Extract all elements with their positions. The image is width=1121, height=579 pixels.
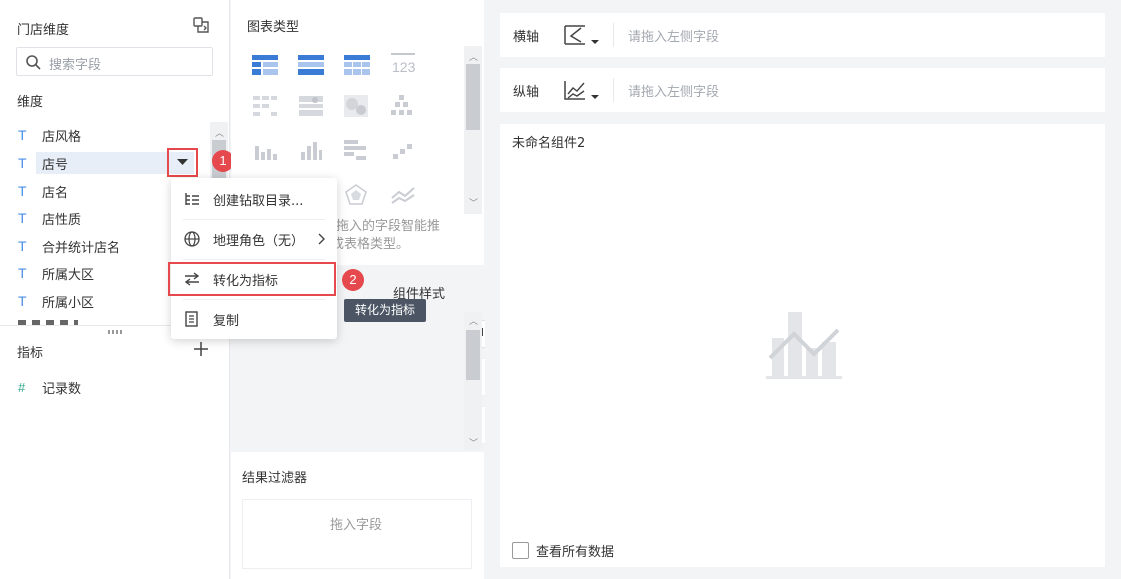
chart-hint-line2: 成表格类型。 [331, 237, 410, 252]
scrollbar-thumb[interactable] [466, 330, 480, 380]
divider [613, 23, 614, 47]
menu-item-geo-role[interactable]: 地理角色（无） [171, 220, 337, 258]
add-measure-icon[interactable] [193, 341, 209, 357]
heat-map-icon[interactable] [344, 95, 368, 121]
map-icon[interactable] [253, 96, 277, 120]
chart-hint-line1: 据拖入的字段智能推 [323, 219, 441, 234]
drill-tree-icon [171, 192, 213, 206]
measure-section-title: 指标 [17, 346, 44, 361]
style-scrollbar[interactable]: ︿ ﹀ [464, 312, 482, 450]
bar-chart-icon[interactable] [253, 140, 277, 164]
measure-item[interactable]: # 记录数 [18, 378, 81, 397]
view-all-data-label: 查看所有数据 [536, 545, 615, 560]
filter-drop-placeholder: 拖入字段 [330, 518, 383, 533]
result-filter-title: 结果过滤器 [242, 471, 308, 486]
dimension-item[interactable]: T 店名 [18, 180, 193, 202]
scroll-down-icon[interactable]: ﹀ [469, 436, 478, 449]
step-badge-2: 2 [342, 269, 364, 291]
dimension-item[interactable]: T 所属大区 [18, 262, 193, 284]
component-title: 未命名组件2 [512, 136, 586, 151]
cross-table-icon[interactable] [344, 55, 370, 79]
switch-dataset-icon[interactable] [192, 16, 212, 40]
scrollbar-thumb[interactable] [466, 64, 480, 130]
divider [613, 78, 614, 102]
field-context-menu: 创建钻取目录... 地理角色（无） 转化为指标 复制 [171, 178, 337, 339]
empty-chart-placeholder-icon [766, 310, 842, 384]
x-axis-sort-icon[interactable] [563, 24, 601, 52]
x-axis-label: 横轴 [513, 30, 540, 45]
view-all-data-checkbox[interactable]: 查看所有数据 [512, 541, 614, 560]
text-type-icon: T [18, 155, 27, 171]
column-chart-icon[interactable] [299, 140, 323, 164]
checkbox-box[interactable] [512, 542, 529, 559]
text-type-icon: T [18, 265, 27, 281]
menu-item-copy[interactable]: 复制 [171, 300, 337, 338]
menu-item-create-drill[interactable]: 创建钻取目录... [171, 180, 337, 218]
scroll-up-icon[interactable]: ︿ [215, 126, 224, 139]
chart-type-scrollbar[interactable]: ︿ ﹀ [464, 46, 482, 214]
scroll-down-icon[interactable]: ﹀ [469, 196, 478, 209]
text-type-icon: T [18, 238, 27, 254]
y-axis-drop-zone[interactable]: 纵轴 请拖入左侧字段 [500, 68, 1105, 112]
dimension-item[interactable]: T 店性质 [18, 207, 193, 229]
grouped-table-icon[interactable] [298, 55, 324, 79]
horizontal-bar-icon[interactable] [344, 140, 368, 164]
svg-text:123: 123 [392, 59, 415, 75]
y-axis-sort-icon[interactable] [563, 79, 601, 107]
number-type-icon: # [18, 380, 26, 395]
field-search-input[interactable]: 搜索字段 [16, 47, 213, 76]
highlight-box-step2 [168, 262, 336, 296]
kpi-card-icon[interactable]: 123 [391, 53, 416, 79]
dataset-title: 门店维度 [17, 23, 70, 38]
x-axis-placeholder: 请拖入左侧字段 [628, 30, 720, 45]
text-type-icon: T [18, 293, 27, 309]
convert-tooltip: 转化为指标 [344, 299, 426, 322]
radar-chart-icon[interactable] [344, 184, 368, 210]
filter-drop-zone[interactable]: 拖入字段 [242, 499, 472, 569]
search-placeholder: 搜索字段 [49, 58, 102, 73]
copy-icon [171, 311, 213, 327]
dimension-item[interactable]: T 店风格 [18, 124, 193, 146]
x-axis-drop-zone[interactable]: 横轴 请拖入左侧字段 [500, 13, 1105, 57]
point-map-icon[interactable] [299, 96, 323, 120]
search-icon [25, 54, 41, 74]
scroll-up-icon[interactable]: ︿ [469, 314, 478, 327]
dimension-section-title: 维度 [17, 95, 44, 110]
text-type-icon: T [18, 183, 27, 199]
text-type-icon: T [18, 127, 27, 143]
table-chart-icon[interactable] [252, 55, 278, 79]
y-axis-label: 纵轴 [513, 85, 540, 100]
line-chart-icon[interactable] [391, 186, 415, 208]
highlight-box-step1 [167, 148, 198, 177]
chevron-right-icon [318, 233, 326, 249]
text-type-icon: T [18, 210, 27, 226]
scroll-up-icon[interactable]: ︿ [469, 50, 478, 63]
dimension-item[interactable]: T 所属小区 [18, 290, 193, 312]
chart-canvas[interactable]: 未命名组件2 查看所有数据 [500, 124, 1105, 567]
drag-handle-icon[interactable] [108, 330, 122, 334]
step-chart-icon[interactable] [391, 140, 415, 164]
flow-map-icon[interactable] [391, 95, 413, 121]
y-axis-placeholder: 请拖入左侧字段 [628, 85, 720, 100]
globe-icon [171, 231, 213, 247]
dimension-item[interactable]: T 合并统计店名 [18, 235, 193, 257]
chart-type-title: 图表类型 [247, 20, 300, 35]
